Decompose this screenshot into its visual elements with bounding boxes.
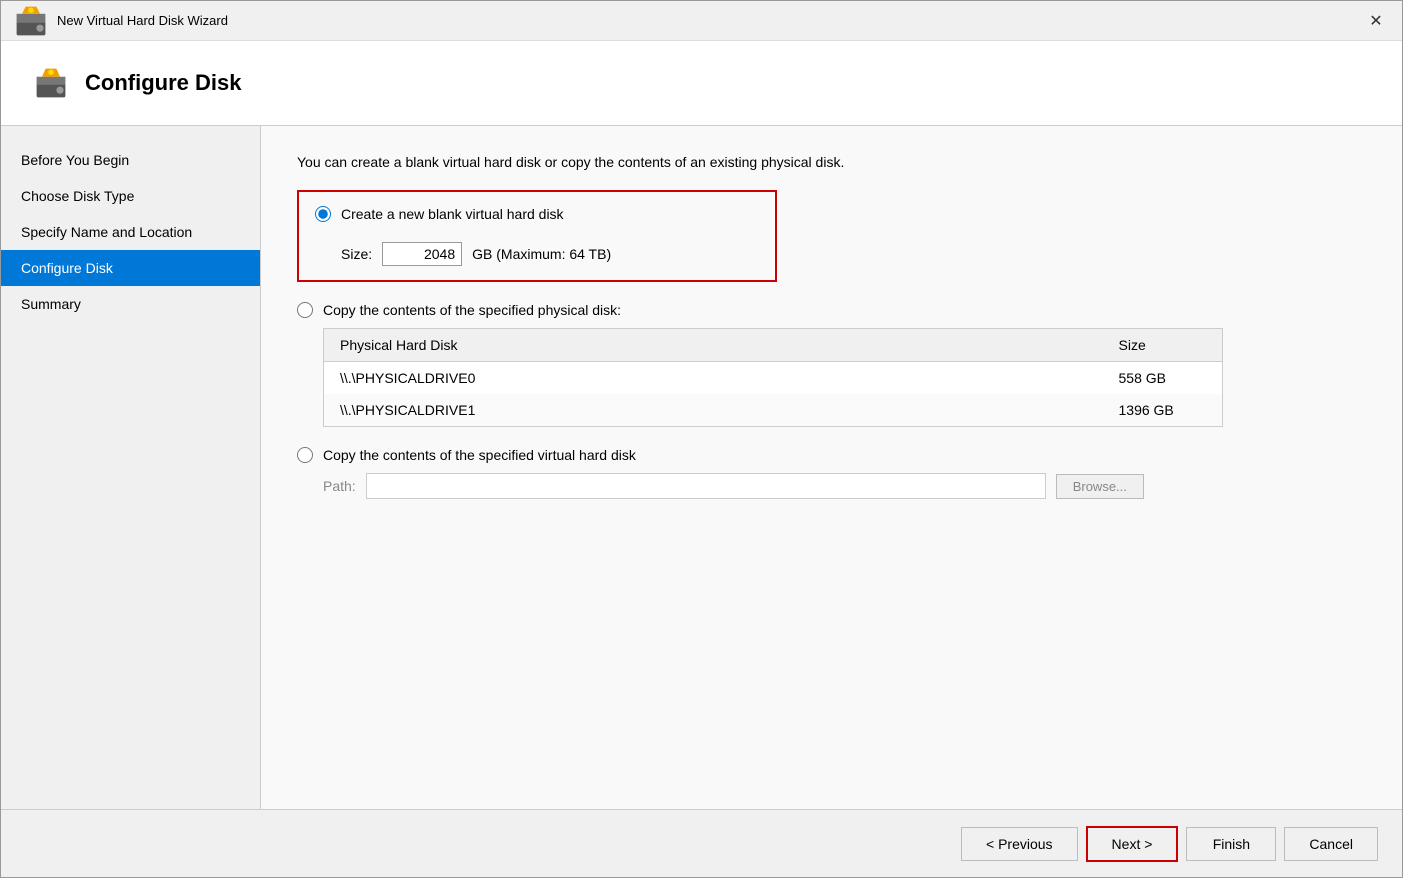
create-new-option-box: Create a new blank virtual hard disk Siz… (297, 190, 777, 282)
path-label: Path: (323, 478, 356, 494)
main-window: New Virtual Hard Disk Wizard ✕ Configure… (0, 0, 1403, 878)
close-button[interactable]: ✕ (1362, 7, 1390, 35)
finish-button[interactable]: Finish (1186, 827, 1276, 861)
copy-physical-option-group: Copy the contents of the specified physi… (297, 302, 1366, 427)
copy-physical-radio-row: Copy the contents of the specified physi… (297, 302, 1366, 318)
path-section: Path: Browse... (323, 473, 1366, 499)
physical-disk-table-section: Physical Hard Disk Size \\.\PHYSICALDRIV… (323, 328, 1366, 427)
sidebar-item-before-you-begin[interactable]: Before You Begin (1, 142, 260, 178)
sidebar-item-specify-name-location[interactable]: Specify Name and Location (1, 214, 260, 250)
sidebar: Before You Begin Choose Disk Type Specif… (1, 126, 261, 809)
size-input[interactable] (382, 242, 462, 266)
create-new-label[interactable]: Create a new blank virtual hard disk (341, 206, 564, 222)
title-bar: New Virtual Hard Disk Wizard ✕ (1, 1, 1402, 41)
title-bar-left: New Virtual Hard Disk Wizard (13, 3, 228, 39)
window-title: New Virtual Hard Disk Wizard (57, 13, 228, 28)
col-size-header: Size (1103, 329, 1223, 362)
page-title: Configure Disk (85, 70, 241, 96)
disk-name-cell: \\.\PHYSICALDRIVE1 (324, 394, 1103, 427)
description-text: You can create a blank virtual hard disk… (297, 154, 1366, 170)
footer: < Previous Next > Finish Cancel (1, 809, 1402, 877)
sidebar-item-configure-disk[interactable]: Configure Disk (1, 250, 260, 286)
size-unit: GB (Maximum: 64 TB) (472, 246, 611, 262)
size-label: Size: (341, 246, 372, 262)
sidebar-item-choose-disk-type[interactable]: Choose Disk Type (1, 178, 260, 214)
copy-physical-radio[interactable] (297, 302, 313, 318)
disk-name-cell: \\.\PHYSICALDRIVE0 (324, 362, 1103, 395)
cancel-button[interactable]: Cancel (1284, 827, 1378, 861)
header-icon (33, 65, 69, 101)
disk-size-cell: 1396 GB (1103, 394, 1223, 427)
copy-virtual-radio-row: Copy the contents of the specified virtu… (297, 447, 1366, 463)
col-disk-header: Physical Hard Disk (324, 329, 1103, 362)
copy-virtual-radio[interactable] (297, 447, 313, 463)
copy-physical-label[interactable]: Copy the contents of the specified physi… (323, 302, 621, 318)
content-area: Before You Begin Choose Disk Type Specif… (1, 126, 1402, 809)
header-area: Configure Disk (1, 41, 1402, 126)
previous-button[interactable]: < Previous (961, 827, 1078, 861)
table-row[interactable]: \\.\PHYSICALDRIVE0 558 GB (324, 362, 1223, 395)
physical-disk-table: Physical Hard Disk Size \\.\PHYSICALDRIV… (323, 328, 1223, 427)
create-new-radio[interactable] (315, 206, 331, 222)
size-row: Size: GB (Maximum: 64 TB) (341, 242, 759, 266)
copy-virtual-option-group: Copy the contents of the specified virtu… (297, 447, 1366, 499)
copy-virtual-label[interactable]: Copy the contents of the specified virtu… (323, 447, 636, 463)
path-input[interactable] (366, 473, 1046, 499)
sidebar-item-summary[interactable]: Summary (1, 286, 260, 322)
browse-button[interactable]: Browse... (1056, 474, 1144, 499)
next-button[interactable]: Next > (1086, 826, 1179, 862)
create-new-radio-row: Create a new blank virtual hard disk (315, 206, 759, 222)
table-row[interactable]: \\.\PHYSICALDRIVE1 1396 GB (324, 394, 1223, 427)
titlebar-icon (13, 3, 49, 39)
disk-size-cell: 558 GB (1103, 362, 1223, 395)
main-content: You can create a blank virtual hard disk… (261, 126, 1402, 809)
